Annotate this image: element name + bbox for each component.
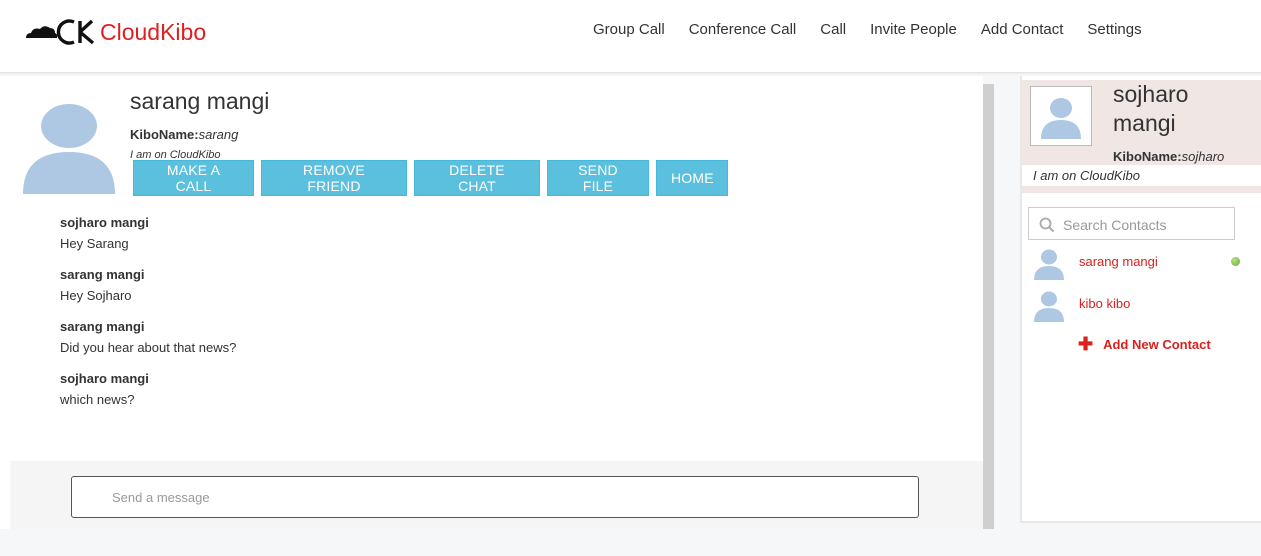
contact-name: sarang mangi: [1079, 254, 1158, 269]
send-file-button[interactable]: SEND FILE: [547, 160, 649, 196]
message-item: sojharo mangi Hey Sarang: [60, 214, 236, 266]
message-sender: sojharo mangi: [60, 215, 149, 230]
peer-avatar-icon: [22, 102, 116, 194]
message-item: sarang mangi Did you hear about that new…: [60, 318, 236, 370]
search-contacts: [1028, 207, 1235, 241]
my-avatar-icon: [1039, 95, 1083, 139]
my-avatar[interactable]: [1030, 86, 1092, 146]
my-kiboname: KiboName:sojharo: [1113, 149, 1224, 164]
add-new-contact-label: Add New Contact: [1103, 336, 1211, 352]
contact-item[interactable]: kibo kibo: [1033, 290, 1261, 322]
remove-friend-button[interactable]: REMOVE FRIEND: [261, 160, 407, 196]
delete-chat-button[interactable]: DELETE CHAT: [414, 160, 540, 196]
kiboname-label: KiboName:: [130, 127, 199, 142]
nav-call[interactable]: Call: [820, 21, 846, 38]
search-contacts-input[interactable]: [1061, 208, 1235, 241]
brand[interactable]: CloudKibo: [24, 16, 206, 48]
kiboname-label: KiboName:: [1113, 149, 1182, 164]
contact-item[interactable]: sarang mangi: [1033, 248, 1261, 280]
message-list: sojharo mangi Hey Sarang sarang mangi He…: [60, 214, 236, 422]
nav-conference-call[interactable]: Conference Call: [689, 21, 797, 38]
make-a-call-button[interactable]: MAKE A CALL: [133, 160, 254, 196]
peer-kiboname: KiboName:sarang: [130, 127, 238, 142]
search-icon: [1039, 217, 1055, 238]
message-item: sarang mangi Hey Sojharo: [60, 266, 236, 318]
top-navbar: CloudKibo Group Call Conference Call Cal…: [0, 0, 1261, 73]
online-status-icon: [1231, 257, 1240, 266]
nav-add-contact[interactable]: Add Contact: [981, 21, 1064, 38]
message-text: Did you hear about that news?: [60, 340, 237, 355]
contact-name: kibo kibo: [1079, 296, 1131, 311]
add-new-contact-link[interactable]: ✚ Add New Contact: [1078, 334, 1211, 354]
message-text: which news?: [60, 392, 135, 407]
chat-actions: MAKE A CALL REMOVE FRIEND DELETE CHAT SE…: [133, 160, 728, 196]
nav-settings[interactable]: Settings: [1087, 21, 1141, 38]
nav-invite-people[interactable]: Invite People: [870, 21, 957, 38]
peer-name: sarang mangi: [130, 88, 270, 114]
brand-name: CloudKibo: [100, 18, 207, 45]
kiboname-value: sojharo: [1181, 149, 1225, 164]
contact-avatar-icon: [1033, 248, 1065, 280]
message-sender: sarang mangi: [60, 267, 145, 282]
message-item: sojharo mangi which news?: [60, 370, 236, 422]
message-sender: sojharo mangi: [60, 371, 149, 386]
chat-scrollbar[interactable]: [983, 84, 994, 529]
message-input[interactable]: [71, 476, 919, 518]
message-sender: sarang mangi: [60, 319, 145, 334]
home-button[interactable]: HOME: [656, 160, 728, 196]
message-text: Hey Sarang: [60, 236, 129, 251]
message-text: Hey Sojharo: [60, 288, 132, 303]
nav-group-call[interactable]: Group Call: [593, 21, 665, 38]
contact-avatar-icon: [1033, 290, 1065, 322]
cloudkibo-logo-icon: [24, 16, 96, 48]
my-name: sojharo mangi: [1113, 81, 1189, 136]
main-nav: Group Call Conference Call Call Invite P…: [593, 21, 1166, 38]
kiboname-value: sarang: [198, 127, 239, 142]
divider: [1022, 186, 1261, 193]
my-status: I am on CloudKibo: [1033, 168, 1140, 183]
plus-icon: ✚: [1078, 334, 1094, 354]
